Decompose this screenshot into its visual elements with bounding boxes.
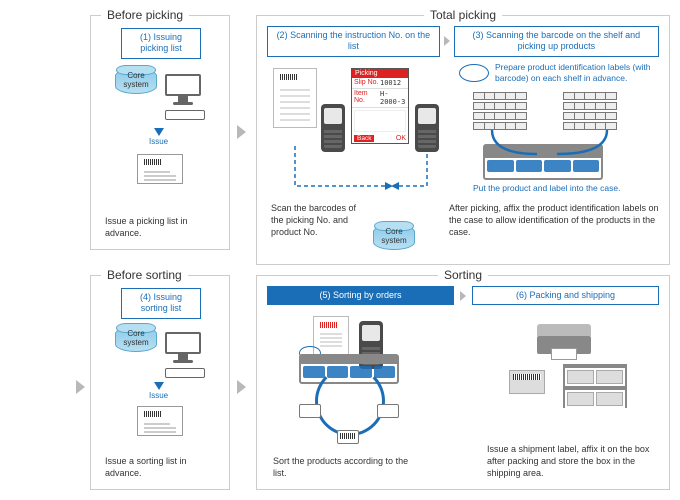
circle-highlight-icon [459, 64, 489, 82]
caption-6: Issue a shipment label, affix it on the … [487, 443, 657, 479]
panel-title-before-sorting: Before sorting [101, 268, 188, 282]
caption-1: Issue a picking list in advance. [105, 215, 215, 239]
chevron-right-2-icon [460, 291, 466, 301]
issue-label: Issue [149, 137, 168, 146]
flow-arrow-3-icon [237, 380, 246, 394]
ht-row2-key: Item No. [354, 90, 380, 106]
caption-3c: After picking, affix the product identif… [449, 202, 659, 238]
ht-row1-val: 10012 [380, 79, 406, 87]
step-3-label: (3) Scanning the barcode on the shelf an… [454, 26, 659, 57]
ht-title: Picking [352, 69, 408, 78]
caption-4: Issue a sorting list in advance. [105, 455, 215, 479]
sorting-list-doc-icon [137, 406, 183, 436]
dashed-connector-icon [267, 146, 467, 206]
sort-ring-icon [299, 354, 399, 444]
core-system-icon: Core system [115, 68, 157, 97]
computer-2-icon [165, 332, 229, 381]
caption-3a: Prepare product identification labels (w… [495, 62, 659, 83]
caption-3b: Put the product and label into the case. [473, 183, 653, 194]
arrow-down-icon [154, 128, 164, 136]
panel-before-sorting: Before sorting (4) Issuing sorting list … [90, 275, 230, 490]
computer-icon [165, 74, 229, 123]
panel-title-total-picking: Total picking [424, 8, 502, 22]
panel-title-before-picking: Before picking [101, 8, 189, 22]
box-1-icon [509, 370, 545, 394]
ht-row1-key: Slip No. [354, 79, 380, 87]
panel-sorting: Sorting (5) Sorting by orders (6) Packin… [256, 275, 670, 490]
caption-5: Sort the products according to the list. [273, 455, 423, 479]
picking-list-doc-icon [137, 154, 183, 184]
chevron-right-icon [444, 36, 450, 46]
printer-icon [537, 324, 591, 354]
ht-ok-button: OK [396, 135, 406, 142]
handheld-scanner-2-icon [415, 104, 439, 152]
arrow-down-2-icon [154, 382, 164, 390]
ht-row2-val: H-2000-3 [380, 90, 406, 106]
step-5-label: (5) Sorting by orders [267, 286, 454, 305]
handheld-screen: Picking Slip No.10012 Item No.H-2000-3 B… [351, 68, 409, 144]
shelf-store-icon [563, 364, 627, 408]
step-4-label: (4) Issuing sorting list [121, 288, 201, 319]
step-1-label: (1) Issuing picking list [121, 28, 201, 59]
issue-2-label: Issue [149, 391, 168, 400]
panel-total-picking: Total picking (2) Scanning the instructi… [256, 15, 670, 265]
core-system-label: Core system [123, 72, 148, 90]
flow-arrow-icon [237, 125, 246, 139]
panel-before-picking: Before picking (1) Issuing picking list … [90, 15, 230, 250]
step-2-label: (2) Scanning the instruction No. on the … [267, 26, 440, 57]
ht-back-button: Back [354, 135, 374, 142]
shelf-1-icon [473, 92, 527, 132]
picking-list-page-icon [273, 68, 317, 128]
core-system-3-icon: Core system [115, 326, 157, 355]
flow-arrow-2-icon [76, 380, 85, 394]
core-system-3-label: Core system [123, 330, 148, 348]
steps-row: (2) Scanning the instruction No. on the … [267, 26, 659, 57]
shelf-2-icon [563, 92, 617, 132]
core-system-2-icon: Core system [373, 224, 415, 250]
cart-icon [483, 144, 603, 180]
steps-row-2: (5) Sorting by orders (6) Packing and sh… [267, 286, 659, 305]
core-system-2-label: Core system [381, 228, 406, 246]
panel-title-sorting: Sorting [438, 268, 488, 282]
handheld-scanner-icon [321, 104, 345, 152]
step-6-label: (6) Packing and shipping [472, 286, 659, 305]
caption-2: Scan the barcodes of the picking No. and… [271, 202, 367, 238]
